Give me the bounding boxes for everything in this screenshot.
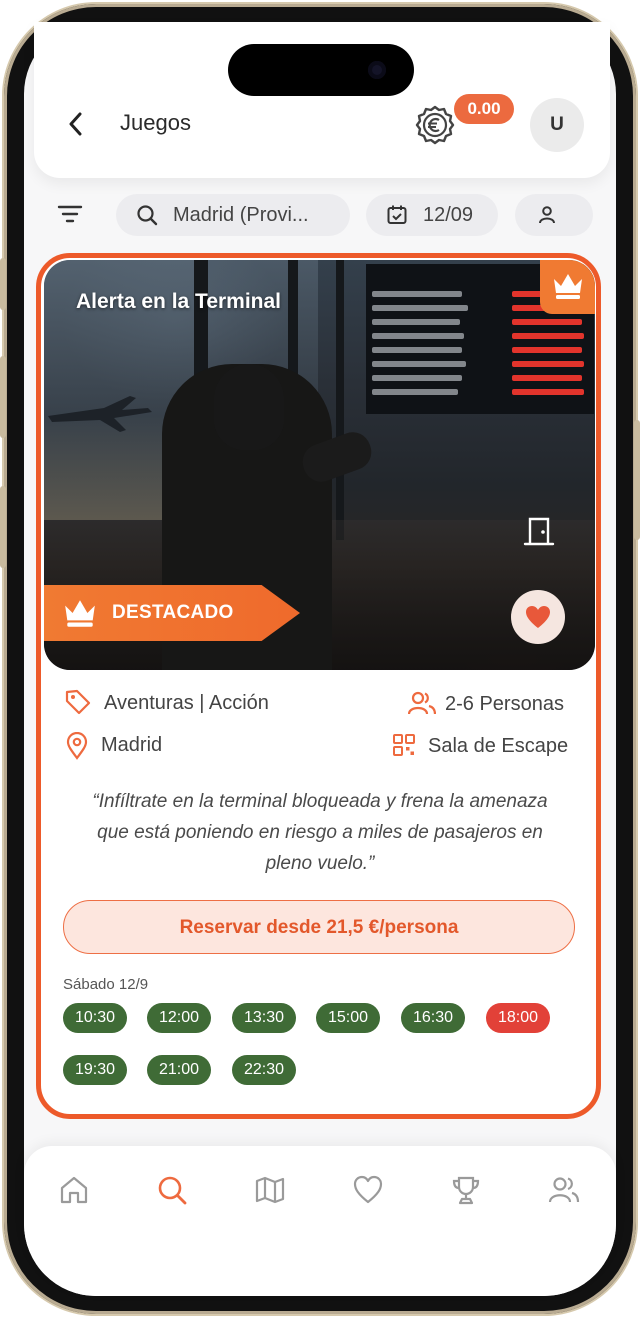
map-icon[interactable] — [254, 1174, 286, 1206]
location-search-pill[interactable]: Madrid (Provi... — [116, 194, 350, 236]
calendar-icon — [387, 205, 407, 224]
game-description: “Infíltrate en la terminal bloqueada y f… — [92, 791, 548, 874]
time-slot-unavailable: 18:00 — [486, 1003, 550, 1033]
premium-badge — [540, 260, 595, 314]
location-pin-icon — [66, 732, 88, 760]
filter-icon[interactable] — [56, 202, 84, 226]
side-button — [0, 356, 6, 438]
side-button — [634, 420, 640, 540]
date-pill[interactable]: 12/09 — [366, 194, 498, 236]
location-text: Madrid (Provi... — [173, 204, 309, 226]
time-slot[interactable]: 22:30 — [232, 1055, 296, 1085]
category-text: Aventuras | Acción — [104, 692, 269, 714]
user-avatar[interactable]: U — [530, 98, 584, 152]
page-title: Juegos — [120, 110, 191, 135]
door-icon — [523, 517, 555, 546]
date-text: 12/09 — [423, 204, 474, 226]
users-icon[interactable] — [548, 1174, 580, 1206]
search-icon — [137, 205, 158, 226]
time-slot[interactable]: 12:00 — [147, 1003, 211, 1033]
time-slot[interactable]: 10:30 — [63, 1003, 127, 1033]
search-icon[interactable] — [156, 1174, 188, 1206]
day-label: Sábado 12/9 — [63, 976, 149, 993]
bottom-nav — [24, 1146, 616, 1296]
crown-icon — [554, 274, 582, 299]
airplane-silhouette — [48, 396, 152, 432]
tag-icon — [65, 689, 91, 715]
reserve-button[interactable]: Reservar desde 21,5 €/persona — [63, 900, 575, 954]
side-button — [0, 486, 6, 568]
grid-icon — [393, 734, 415, 756]
time-slot[interactable]: 16:30 — [401, 1003, 465, 1033]
time-slot[interactable]: 21:00 — [147, 1055, 211, 1085]
time-slot[interactable]: 13:30 — [232, 1003, 296, 1033]
person-icon — [539, 206, 555, 224]
game-title: Alerta en la Terminal — [76, 290, 282, 313]
trophy-icon[interactable] — [450, 1174, 482, 1206]
crown-icon — [65, 600, 95, 627]
featured-ribbon: DESTACADO — [44, 585, 300, 641]
users-icon — [408, 691, 436, 715]
featured-label: DESTACADO — [112, 602, 234, 623]
dynamic-island — [228, 44, 414, 96]
city-text: Madrid — [101, 734, 163, 756]
balance-badge: 0.00 — [454, 94, 514, 124]
time-slot[interactable]: 15:00 — [316, 1003, 380, 1033]
home-icon[interactable] — [58, 1174, 90, 1206]
heart-icon[interactable] — [352, 1174, 384, 1206]
side-button — [0, 258, 6, 310]
time-slot[interactable]: 19:30 — [63, 1055, 127, 1085]
euro-coin-icon[interactable] — [414, 104, 456, 146]
room-type-text: Sala de Escape — [428, 735, 569, 757]
players-pill[interactable] — [515, 194, 593, 236]
favorite-button[interactable] — [511, 590, 565, 644]
back-arrow-icon[interactable] — [64, 108, 88, 140]
heart-icon — [526, 606, 550, 628]
players-text: 2-6 Personas — [445, 693, 564, 715]
